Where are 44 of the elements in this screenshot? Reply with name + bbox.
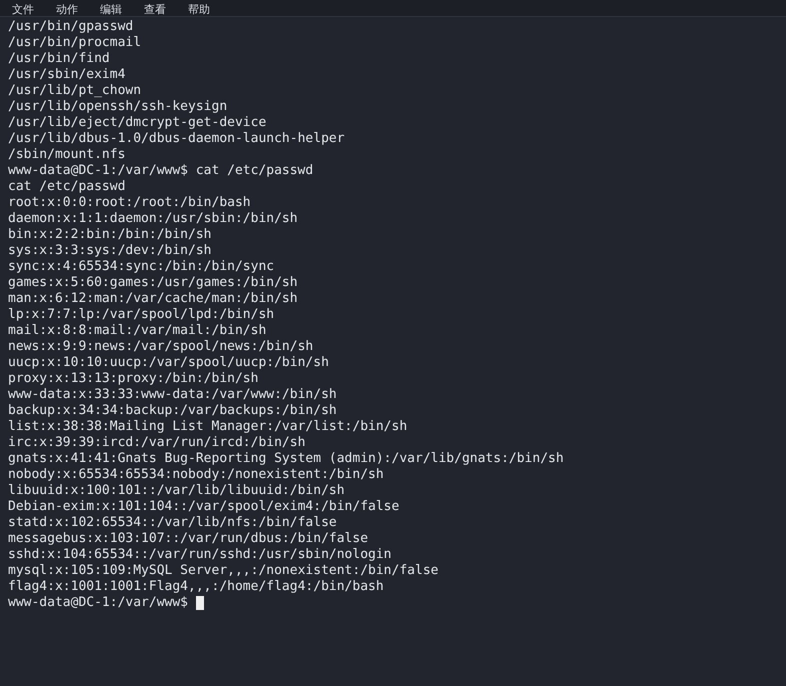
output-line: Debian-exim:x:101:104::/var/spool/exim4:/bin/false <box>8 499 400 515</box>
output-line: sync:x:4:65534:sync:/bin:/bin/sync <box>8 259 276 275</box>
output-line: /usr/lib/eject/dmcrypt-get-device <box>8 115 268 131</box>
output-line: www-data:x:33:33:www-data:/var/www:/bin/sh <box>8 387 338 403</box>
output-line: /sbin/mount.nfs <box>8 147 126 163</box>
shell-prompt: www-data@DC-1:/var/www$ <box>8 163 188 179</box>
output-line: sys:x:3:3:sys:/dev:/bin/sh <box>8 243 212 259</box>
output-line: /usr/bin/procmail <box>8 35 142 51</box>
output-line: mysql:x:105:109:MySQL Server,,,:/nonexistent:/bin/false <box>8 563 440 579</box>
output-line: irc:x:39:39:ircd:/var/run/ircd:/bin/sh <box>8 435 306 451</box>
output-line: /usr/lib/dbus-1.0/dbus-daemon-launch-helper <box>8 131 346 147</box>
output-line: /usr/bin/gpasswd <box>8 19 134 35</box>
menu-item[interactable]: 帮助 <box>188 3 210 16</box>
output-line: news:x:9:9:news:/var/spool/news:/bin/sh <box>8 339 314 355</box>
output-line: messagebus:x:103:107::/var/run/dbus:/bin/false <box>8 531 370 547</box>
output-line: backup:x:34:34:backup:/var/backups:/bin/sh <box>8 403 338 419</box>
menu-item[interactable]: 编辑 <box>100 3 122 16</box>
text-cursor <box>196 596 204 610</box>
output-line: /usr/sbin/exim4 <box>8 67 126 83</box>
output-line: cat /etc/passwd <box>8 179 126 195</box>
menu-item[interactable]: 查看 <box>144 3 166 16</box>
output-line: /usr/lib/openssh/ssh-keysign <box>8 99 228 115</box>
output-line: list:x:38:38:Mailing List Manager:/var/list:/bin/sh <box>8 419 408 435</box>
output-line: /usr/lib/pt_chown <box>8 83 142 99</box>
output-line: daemon:x:1:1:daemon:/usr/sbin:/bin/sh <box>8 211 299 227</box>
menu-item[interactable]: 动作 <box>56 3 78 16</box>
output-line: flag4:x:1001:1001:Flag4,,,:/home/flag4:/bin/bash <box>8 579 385 595</box>
output-line: nobody:x:65534:65534:nobody:/nonexistent:/bin/sh <box>8 467 385 483</box>
output-line: lp:x:7:7:lp:/var/spool/lpd:/bin/sh <box>8 307 276 323</box>
output-line: libuuid:x:100:101::/var/lib/libuuid:/bin/sh <box>8 483 346 499</box>
output-line: uucp:x:10:10:uucp:/var/spool/uucp:/bin/sh <box>8 355 330 371</box>
output-line: bin:x:2:2:bin:/bin:/bin/sh <box>8 227 212 243</box>
shell-prompt: www-data@DC-1:/var/www$ <box>8 595 188 611</box>
output-line: mail:x:8:8:mail:/var/mail:/bin/sh <box>8 323 268 339</box>
output-line: games:x:5:60:games:/usr/games:/bin/sh <box>8 275 299 291</box>
command-text: cat /etc/passwd <box>196 163 314 179</box>
output-line: root:x:0:0:root:/root:/bin/bash <box>8 195 252 211</box>
output-line: proxy:x:13:13:proxy:/bin:/bin/sh <box>8 371 260 387</box>
output-line: gnats:x:41:41:Gnats Bug-Reporting System (admin):/var/lib/gnats:/bin/sh <box>8 451 565 467</box>
output-line: statd:x:102:65534::/var/lib/nfs:/bin/false <box>8 515 338 531</box>
output-line: /usr/bin/find <box>8 51 111 67</box>
output-line: sshd:x:104:65534::/var/run/sshd:/usr/sbin/nologin <box>8 547 393 563</box>
output-line: man:x:6:12:man:/var/cache/man:/bin/sh <box>8 291 299 307</box>
menu-item[interactable]: 文件 <box>12 3 34 16</box>
